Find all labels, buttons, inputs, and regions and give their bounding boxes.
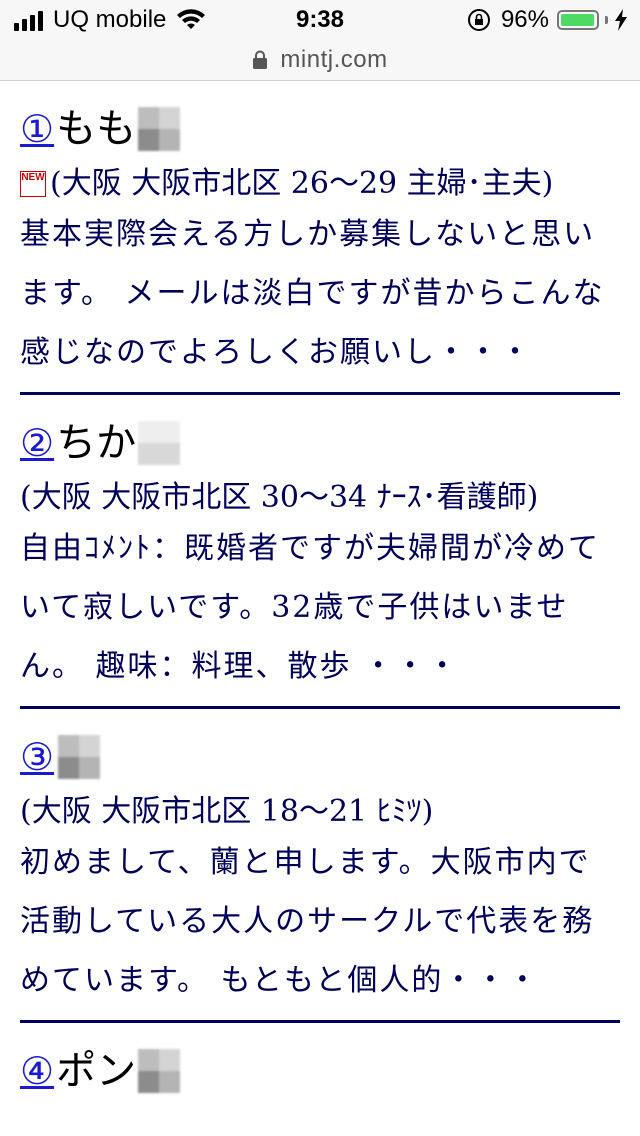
entry-number-link[interactable]: ④ (20, 1052, 54, 1090)
entry-number-link[interactable]: ③ (20, 738, 54, 776)
battery-percent: 96% (500, 6, 549, 33)
entry-name: ちか (56, 420, 137, 466)
entry-body: 基本実際会える方しか募集しないと思います。 メールは淡白ですが昔からこんな感じな… (20, 217, 605, 370)
entry-body: 自由ｺﾒﾝﾄ：既婚者ですが夫婦間が冷めていて寂しいです。32歳で子供はいません。… (20, 531, 600, 684)
entry-number-link[interactable]: ② (20, 424, 54, 462)
entry-name: ポン (56, 1048, 137, 1094)
entry-title: ③ (20, 709, 620, 787)
entry-body: 初めまして、蘭と申します。大阪市内で活動している大人のサークルで代表を務めていま… (20, 845, 595, 998)
blurred-name-mosaic (138, 107, 181, 151)
list-item: ② ちか (大阪 大阪市北区 30〜34 ﾅｰｽ･看護師) 自由ｺﾒﾝﾄ：既婚者… (20, 395, 620, 709)
blurred-name-mosaic (138, 1049, 181, 1093)
battery-icon (557, 10, 599, 30)
address-bar[interactable]: mintj.com (0, 40, 640, 81)
battery-tip (605, 16, 608, 24)
entry-title: ② ちか (20, 395, 620, 473)
entry-meta-text: (大阪 大阪市北区 18〜21 ﾋﾐﾂ) (20, 794, 434, 829)
listing-content: ① もも NEW (大阪 大阪市北区 26〜29 主婦･主夫) 基本実際会える方… (0, 81, 640, 1101)
battery-fill (561, 14, 594, 26)
lock-icon (253, 50, 268, 69)
entry-name: もも (56, 106, 137, 152)
entry-meta-text: (大阪 大阪市北区 30〜34 ﾅｰｽ･看護師) (20, 480, 539, 515)
charging-bolt-icon (615, 9, 627, 31)
status-right: 96% (467, 6, 628, 34)
list-item: ③ (大阪 大阪市北区 18〜21 ﾋﾐﾂ) 初めまして、蘭と申します。大阪市内… (20, 709, 620, 1023)
blurred-name-mosaic (138, 421, 181, 465)
entry-number-link[interactable]: ① (20, 110, 54, 148)
list-item: ④ ポン (20, 1023, 620, 1101)
url-text[interactable]: mintj.com (280, 46, 387, 74)
entry-meta: (大阪 大阪市北区 18〜21 ﾋﾐﾂ) (20, 793, 620, 831)
orientation-lock-icon (467, 9, 490, 31)
new-badge-icon: NEW (20, 171, 46, 197)
blurred-name-mosaic (58, 735, 101, 779)
entry-meta: (大阪 大阪市北区 30〜34 ﾅｰｽ･看護師) (20, 479, 620, 517)
entry-meta: NEW (大阪 大阪市北区 26〜29 主婦･主夫) (20, 165, 620, 203)
status-bar: UQ mobile 9:38 96% (0, 0, 640, 40)
list-item: ① もも NEW (大阪 大阪市北区 26〜29 主婦･主夫) 基本実際会える方… (20, 81, 620, 395)
entry-meta-text: (大阪 大阪市北区 26〜29 主婦･主夫) (50, 166, 554, 201)
entry-title: ① もも (20, 81, 620, 159)
entry-title: ④ ポン (20, 1023, 620, 1101)
